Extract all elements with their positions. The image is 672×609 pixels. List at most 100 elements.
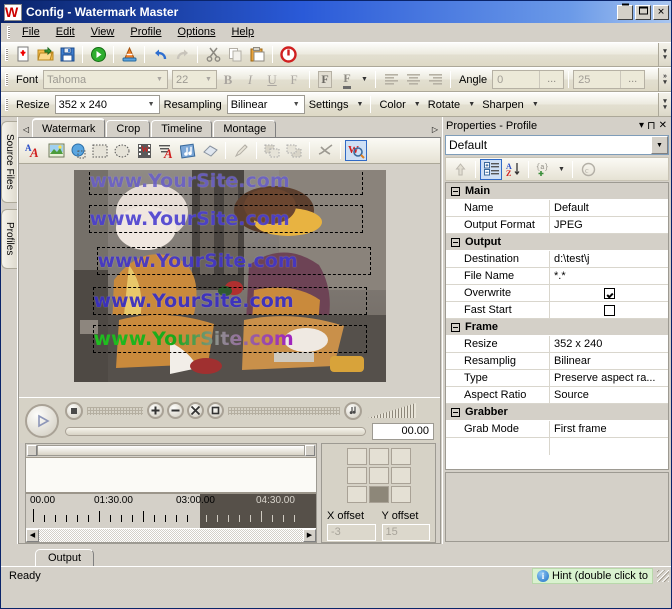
watermark-line-selected[interactable]: www.YourSite.com [92, 325, 367, 353]
rectangle-icon[interactable] [89, 140, 111, 161]
chevron-down-icon[interactable]: ▼ [358, 76, 371, 83]
property-value[interactable]: Source [550, 387, 668, 403]
property-row-output-format[interactable]: Output Format JPEG [446, 217, 668, 234]
collapse-icon[interactable] [451, 407, 460, 417]
bold-button[interactable]: B [217, 69, 239, 90]
categorized-icon[interactable] [480, 158, 502, 180]
opacity-field[interactable]: 25 ... [573, 70, 646, 89]
menu-edit[interactable]: Edit [48, 24, 83, 40]
stop-button[interactable] [65, 401, 83, 420]
menu-view[interactable]: View [83, 24, 123, 40]
add-shape-watermark-icon[interactable] [67, 140, 89, 161]
menu-grip[interactable] [7, 25, 10, 39]
collapse-icon[interactable] [451, 186, 460, 196]
properties-menu-button[interactable]: ▾ [639, 120, 644, 131]
video-preview[interactable]: www.YourSite.com www.YourSite.com www.Yo… [73, 170, 386, 382]
tab-crop[interactable]: Crop [106, 120, 151, 137]
tab-scroll-right[interactable]: ▷ [428, 125, 442, 137]
anchor-cell-middle-left[interactable] [346, 467, 367, 484]
anchor-cell-top-right[interactable] [390, 448, 411, 465]
property-value[interactable]: Bilinear [550, 353, 668, 369]
play-button[interactable] [25, 403, 59, 438]
property-group-grabber[interactable]: Grabber [446, 404, 668, 421]
font-toolbar-grip[interactable] [5, 73, 8, 86]
close-button[interactable]: ✕ [653, 4, 669, 20]
property-row-fast-start[interactable]: Fast Start [446, 302, 668, 319]
font-style-f-button[interactable]: F [283, 69, 305, 90]
anchor-cell-bottom-left[interactable] [346, 486, 367, 503]
scroll-left-button[interactable]: ◀ [26, 529, 39, 542]
new-icon[interactable] [12, 44, 34, 65]
save-icon[interactable] [56, 44, 78, 65]
ellipse-icon[interactable] [111, 140, 133, 161]
font-toolbar-overflow[interactable]: » ▾ [658, 68, 671, 91]
timeline-hscrollbar[interactable]: ◀ ▶ [26, 528, 316, 542]
property-value[interactable] [550, 302, 668, 318]
resize-toolbar-grip[interactable] [5, 98, 8, 111]
fast-start-checkbox[interactable] [604, 304, 615, 316]
chevron-down-icon[interactable]: ▼ [555, 166, 568, 173]
sidebar-item-source-files[interactable]: Source Files [1, 121, 17, 203]
font-name-combo[interactable]: Tahoma ▼ [43, 70, 169, 89]
add-text-watermark-icon[interactable]: AA [23, 140, 45, 161]
property-row-grab-mode[interactable]: Grab Mode First frame [446, 421, 668, 438]
align-left-icon[interactable] [380, 69, 402, 90]
rotate-label[interactable]: Rotate [424, 99, 465, 111]
watermark-line[interactable]: www.YourSite.com [88, 205, 363, 233]
preview-watermark-icon[interactable]: W [345, 140, 367, 161]
property-value[interactable] [550, 285, 668, 301]
timeline-track[interactable] [26, 458, 316, 494]
color-dropdown-icon[interactable]: ▼ [411, 101, 424, 108]
properties-pin-button[interactable]: ⊓ [647, 119, 656, 132]
resampling-combo[interactable]: Bilinear ▼ [226, 95, 305, 114]
property-row-destination[interactable]: Destination d:\test\j [446, 251, 668, 268]
menu-profile[interactable]: Profile [122, 24, 169, 40]
scroll-track[interactable] [39, 529, 303, 542]
bring-front-icon[interactable] [261, 140, 283, 161]
anchor-cell-top-left[interactable] [346, 448, 367, 465]
timeline-range-slider[interactable] [26, 444, 316, 458]
overwrite-checkbox[interactable] [604, 287, 615, 299]
italic-button[interactable]: I [239, 69, 261, 90]
property-value[interactable]: 352 x 240 [550, 336, 668, 352]
sharpen-dropdown-icon[interactable]: ▼ [529, 101, 542, 108]
resize-combo[interactable]: 352 x 240 ▼ [54, 95, 160, 114]
minimize-button[interactable] [617, 3, 633, 20]
tab-timeline[interactable]: Timeline [151, 120, 213, 137]
anchor-cell-middle-right[interactable] [390, 467, 411, 484]
fit-button[interactable] [207, 402, 224, 419]
font-color-button[interactable]: F [314, 69, 336, 90]
text-icon[interactable]: A [155, 140, 177, 161]
align-center-icon[interactable] [402, 69, 424, 90]
cut-icon[interactable] [202, 44, 224, 65]
copy-icon[interactable] [224, 44, 246, 65]
opacity-browse-button[interactable]: ... [620, 71, 644, 88]
eraser-icon[interactable] [199, 140, 221, 161]
send-back-icon[interactable] [283, 140, 305, 161]
property-group-frame[interactable]: Frame [446, 319, 668, 336]
x-offset-input[interactable]: -3 [327, 524, 376, 541]
property-row-type[interactable]: Type Preserve aspect ra... [446, 370, 668, 387]
about-icon[interactable]: c [577, 159, 599, 180]
property-row-aspect-ratio[interactable]: Aspect Ratio Source [446, 387, 668, 404]
undo-icon[interactable] [149, 44, 171, 65]
run-icon[interactable] [87, 44, 109, 65]
anchor-cell-middle-center[interactable] [368, 467, 389, 484]
anchor-grid[interactable] [346, 448, 411, 503]
property-group-output[interactable]: Output [446, 234, 668, 251]
scroll-right-button[interactable]: ▶ [303, 529, 316, 542]
property-row-resize[interactable]: Resize 352 x 240 [446, 336, 668, 353]
zoom-in-button[interactable] [147, 402, 164, 419]
watermark-line[interactable]: www.YourSite.com [96, 247, 371, 275]
property-row-overwrite[interactable]: Overwrite [446, 285, 668, 302]
main-toolbar-overflow[interactable]: ▾ ▾ [658, 43, 671, 66]
tab-montage[interactable]: Montage [213, 120, 277, 137]
resize-toolbar-overflow[interactable]: ▾ ▾ [658, 93, 671, 116]
sharpen-label[interactable]: Sharpen [478, 99, 529, 111]
range-handle-right[interactable] [305, 445, 315, 456]
paste-icon[interactable] [246, 44, 268, 65]
tab-output[interactable]: Output [35, 549, 95, 566]
volume-slider[interactable] [368, 403, 416, 418]
convert-icon[interactable] [118, 44, 140, 65]
anchor-cell-bottom-center[interactable] [368, 486, 389, 503]
